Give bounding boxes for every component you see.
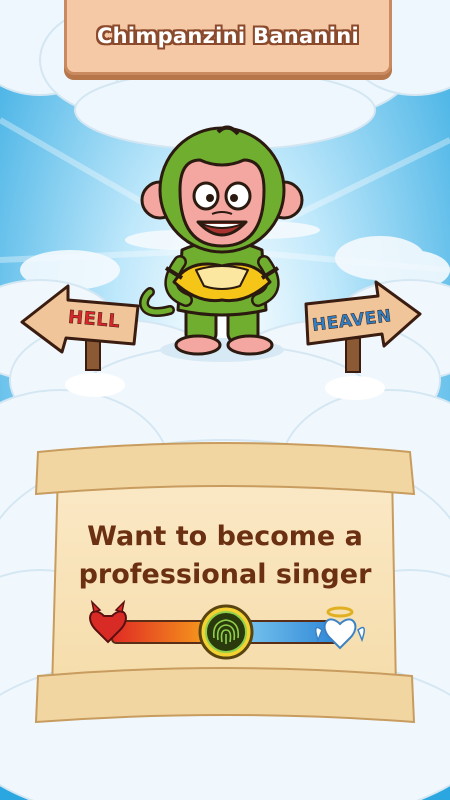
- question-text: Want to become a professional singer: [70, 518, 380, 594]
- hell-sign[interactable]: HELL: [67, 306, 122, 333]
- question-line-1: Want to become a: [87, 521, 363, 552]
- slider-handle[interactable]: [198, 607, 254, 663]
- game-scene: [0, 0, 450, 800]
- title-banner: Chimpanzini Bananini: [64, 0, 392, 75]
- hell-choice-button[interactable]: [86, 600, 130, 648]
- character-name: Chimpanzini Bananini: [96, 24, 360, 48]
- hell-sign-label: HELL: [67, 306, 122, 333]
- question-line-2: professional singer: [78, 559, 372, 590]
- heaven-choice-button[interactable]: [312, 600, 368, 652]
